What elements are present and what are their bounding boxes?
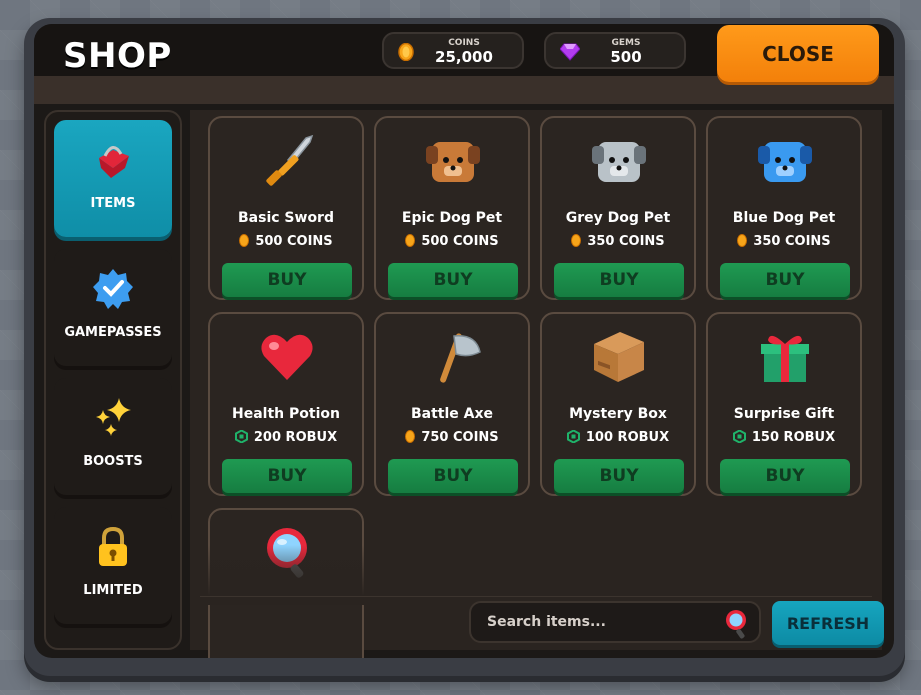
item-price: 350 COINS — [542, 234, 694, 249]
coin-icon — [405, 430, 416, 443]
buy-button[interactable]: BUY — [222, 459, 352, 493]
item-name: Health Potion — [232, 406, 340, 422]
item-price: 350 COINS — [708, 234, 860, 249]
item-name: Grey Dog Pet — [565, 210, 671, 226]
item-name: Battle Axe — [410, 406, 494, 422]
coins-display: COINS 25,000 — [382, 32, 524, 69]
item-price-text: 500 COINS — [255, 234, 333, 249]
category-limited[interactable]: LIMITED — [54, 507, 172, 624]
item-grid: Basic Sword 500 COINS BUY Epic Dog Pet 5… — [190, 110, 884, 658]
buy-button[interactable]: BUY — [720, 459, 850, 493]
gift-icon — [761, 335, 809, 382]
item-price: 500 COINS — [376, 234, 528, 249]
item-price-text: 750 COINS — [421, 430, 499, 445]
item-price-text: 350 COINS — [587, 234, 665, 249]
category-label-items: ITEMS — [90, 196, 136, 211]
item-price: 500 COINS — [210, 234, 362, 249]
item-card: Basic Sword 500 COINS BUY — [208, 116, 364, 300]
gems-display: GEMS 500 — [544, 32, 686, 69]
category-label-gamepasses: GAMEPASSES — [64, 325, 162, 340]
item-card: Surprise Gift 150 ROBUX BUY — [706, 312, 862, 496]
item-name: Blue Dog Pet — [732, 210, 836, 226]
item-price-text: 100 ROBUX — [585, 430, 670, 445]
sparkles-icon — [96, 398, 131, 436]
item-price: 100 ROBUX — [542, 430, 694, 445]
verified-badge-icon — [93, 269, 133, 309]
item-price-text: 150 ROBUX — [751, 430, 836, 445]
item-price: 150 ROBUX — [708, 430, 860, 445]
category-label-boosts: BOOSTS — [83, 454, 143, 469]
box-icon — [594, 332, 644, 382]
item-card: Health Potion 200 ROBUX BUY — [208, 312, 364, 496]
search-box[interactable] — [469, 601, 761, 643]
basket-icon — [99, 146, 129, 178]
category-sidebar: ITEMS GAMEPASSES BOOSTS LIMITED — [44, 110, 182, 650]
axe-icon — [440, 333, 481, 383]
coin-icon — [571, 234, 582, 247]
robux-icon — [566, 430, 580, 443]
robux-icon — [732, 430, 746, 443]
item-card: Blue Dog Pet 350 COINS BUY — [706, 116, 862, 300]
coins-value: 25,000 — [435, 48, 493, 66]
buy-button[interactable]: BUY — [388, 459, 518, 493]
coins-label: COINS — [448, 38, 480, 48]
heart-icon — [261, 334, 313, 380]
category-items[interactable]: ITEMS — [54, 120, 172, 237]
search-input[interactable] — [487, 611, 717, 633]
close-button[interactable]: CLOSE — [717, 25, 879, 82]
category-gamepasses[interactable]: GAMEPASSES — [54, 249, 172, 366]
item-price-text: 350 COINS — [753, 234, 831, 249]
item-price-text: 200 ROBUX — [253, 430, 338, 445]
item-card: Battle Axe 750 COINS BUY — [374, 312, 530, 496]
shop-window: SHOP COINS 25,000 GEMS 500 CLOSE ITEMS G… — [34, 24, 894, 658]
blue-dog-icon — [758, 142, 812, 182]
item-name: Surprise Gift — [733, 406, 835, 422]
buy-button[interactable]: BUY — [554, 263, 684, 297]
refresh-button[interactable]: REFRESH — [772, 601, 884, 645]
bottom-divider — [200, 596, 872, 597]
brown-dog-icon — [426, 142, 480, 182]
item-card: Epic Dog Pet 500 COINS BUY — [374, 116, 530, 300]
lock-icon — [99, 526, 127, 566]
shop-title: SHOP — [63, 36, 172, 76]
sword-icon — [266, 134, 314, 186]
item-card: Mystery Box 100 ROBUX BUY — [540, 312, 696, 496]
category-boosts[interactable]: BOOSTS — [54, 378, 172, 495]
category-label-limited: LIMITED — [83, 583, 143, 598]
gems-value: 500 — [610, 48, 642, 66]
item-price: 750 COINS — [376, 430, 528, 445]
coin-icon — [398, 43, 414, 61]
item-name: Epic Dog Pet — [401, 210, 503, 226]
grey-dog-icon — [592, 142, 646, 182]
buy-button[interactable]: BUY — [554, 459, 684, 493]
search-icon[interactable] — [723, 608, 749, 640]
gem-icon — [560, 43, 580, 61]
buy-button[interactable]: BUY — [720, 263, 850, 297]
coin-icon — [239, 234, 250, 247]
item-name: Mystery Box — [569, 406, 667, 422]
item-card: Grey Dog Pet 350 COINS BUY — [540, 116, 696, 300]
coin-icon — [405, 234, 416, 247]
robux-icon — [234, 430, 248, 443]
item-price-text: 500 COINS — [421, 234, 499, 249]
buy-button[interactable]: BUY — [388, 263, 518, 297]
buy-button[interactable]: BUY — [222, 263, 352, 297]
item-price: 200 ROBUX — [210, 430, 362, 445]
item-name: Basic Sword — [238, 210, 334, 226]
gems-label: GEMS — [611, 38, 641, 48]
coin-icon — [737, 234, 748, 247]
